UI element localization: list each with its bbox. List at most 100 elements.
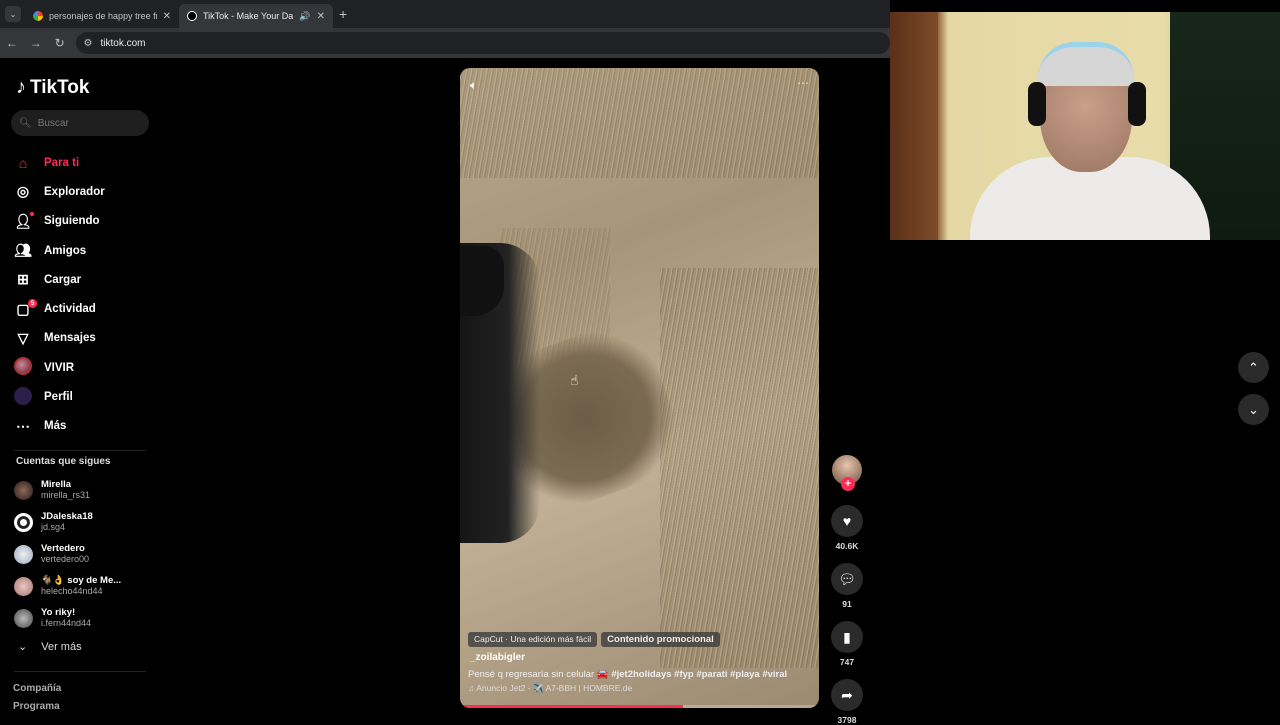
nav-item-amigos[interactable]: 👥︎ Amigos	[14, 236, 105, 265]
share-count: 3798	[837, 715, 857, 725]
video-progress-bar[interactable]	[460, 705, 819, 708]
more-icon: ⋯	[16, 417, 30, 434]
nav-item-siguiendo[interactable]: 👤︎ Siguiendo	[14, 207, 105, 236]
nav-label: Explorador	[44, 185, 105, 198]
comment-icon[interactable]: 💬︎	[831, 563, 863, 595]
account-handle: i.fern44nd44	[41, 618, 92, 628]
webcam-scene-detail	[890, 12, 938, 240]
friends-icon: 👥︎	[14, 242, 32, 259]
tiktok-logo[interactable]: ♪ TikTok	[16, 76, 89, 99]
list-item[interactable]: Yo riky! i.fern44nd44	[14, 602, 121, 634]
share-icon[interactable]: ➦	[831, 679, 863, 711]
nav-item-vivir[interactable]: VIVIR	[14, 353, 105, 382]
webcam-overlay	[890, 12, 1280, 240]
browser-window: ⌄ personajes de happy tree friends ✕ Tik…	[0, 0, 891, 725]
like-action[interactable]: ♥ 40.6K	[831, 505, 863, 551]
hand-cursor-icon: ☝︎	[570, 372, 579, 388]
nav-label: Perfil	[44, 391, 73, 404]
footer-link-program[interactable]: Programa	[13, 701, 60, 712]
heart-icon[interactable]: ♥	[831, 505, 863, 537]
messages-icon: ▽	[17, 329, 29, 346]
nav-label: Más	[44, 420, 67, 433]
capcut-chip[interactable]: CapCut · Una edición más fácil	[468, 632, 598, 647]
creator-avatar[interactable]: +	[832, 455, 862, 491]
activity-badge: 5	[28, 299, 37, 309]
bookmark-icon[interactable]: ▮	[831, 621, 863, 653]
new-tab-button[interactable]: +	[339, 6, 347, 22]
forward-button[interactable]: →	[24, 36, 48, 50]
tab-tiktok[interactable]: TikTok - Make Your Day 🔊 ✕	[179, 4, 333, 28]
account-handle: vertedero00	[41, 554, 90, 564]
nav-label: VIVIR	[44, 361, 75, 374]
following-list: Mirella mirella_rs31 JDaleska18 jd.sg4 Ver…	[14, 474, 121, 634]
divider	[14, 450, 146, 451]
save-action[interactable]: ▮ 747	[831, 621, 863, 667]
nav-item-cargar[interactable]: ⊞ Cargar	[14, 265, 105, 294]
divider	[14, 671, 146, 672]
list-item[interactable]: 🐐👌 soy de Me... helecho44nd44	[14, 570, 121, 602]
search-placeholder: Buscar	[37, 117, 69, 129]
next-video-button[interactable]: ⌄	[1238, 394, 1269, 425]
list-item[interactable]: JDaleska18 jd.sg4	[14, 506, 121, 538]
following-icon: 👤︎	[14, 212, 32, 229]
video-description: Pensé q regresaría sin celular 🚘 #jet2ho…	[468, 669, 787, 680]
sidebar: ♪ TikTok 🔍︎ Buscar ⌂ Para ti ◎ Explorado…	[0, 58, 160, 720]
close-icon[interactable]: ✕	[163, 11, 171, 22]
account-name: Yo riky!	[41, 607, 76, 618]
profile-avatar	[14, 386, 32, 408]
chevron-down-icon: ⌄	[1248, 401, 1259, 417]
site-info-icon[interactable]: ⚙	[84, 38, 93, 49]
nav-label: Para ti	[44, 156, 80, 169]
tab-search-button[interactable]: ⌄	[5, 6, 21, 22]
tab-google[interactable]: personajes de happy tree friends ✕	[25, 4, 179, 28]
account-name: Mirella	[41, 479, 72, 490]
see-more-button[interactable]: ⌄ Ver más	[18, 640, 82, 654]
tab-title: TikTok - Make Your Day	[203, 11, 294, 21]
nav-label: Mensajes	[44, 332, 96, 345]
reload-button[interactable]: ↻	[48, 36, 72, 50]
close-icon[interactable]: ✕	[317, 11, 325, 22]
like-count: 40.6K	[835, 541, 859, 551]
nav-item-mensajes[interactable]: ▽ Mensajes	[14, 324, 105, 353]
notification-dot	[30, 211, 34, 216]
nav-item-para-ti[interactable]: ⌂ Para ti	[14, 148, 105, 177]
avatar	[14, 512, 33, 532]
volume-icon[interactable]: 🔈︎	[470, 78, 477, 93]
nav-label: Actividad	[44, 303, 96, 316]
list-item[interactable]: Vertedero vertedero00	[14, 538, 121, 570]
nav-item-perfil[interactable]: Perfil	[14, 382, 105, 411]
avatar	[14, 480, 33, 500]
search-input[interactable]: 🔍︎ Buscar	[11, 110, 149, 136]
live-avatar	[14, 357, 32, 378]
video-player[interactable]: 🔈︎ ⋯ ☝︎ CapCut · Una edición más fácil C…	[460, 68, 819, 708]
headphones-icon	[1028, 82, 1046, 126]
account-name: 🐐👌 soy de Me...	[41, 575, 122, 586]
promo-chip[interactable]: Contenido promocional	[601, 632, 720, 647]
nav-item-actividad[interactable]: ▢ 5 Actividad	[14, 294, 105, 323]
previous-video-button[interactable]: ⌃	[1238, 352, 1269, 383]
account-handle: jd.sg4	[41, 522, 66, 532]
share-action[interactable]: ➦ 3798	[831, 679, 863, 725]
footer-link-company[interactable]: Compañía	[13, 683, 61, 694]
list-item[interactable]: Mirella mirella_rs31	[14, 474, 121, 506]
video-author[interactable]: _zoilabigler	[470, 652, 525, 663]
comment-count: 91	[842, 599, 852, 609]
hashtags[interactable]: #jet2holidays #fyp #parati #playa #viral	[611, 669, 787, 680]
more-options-icon[interactable]: ⋯	[797, 76, 809, 90]
back-button[interactable]: ←	[0, 36, 24, 50]
chevron-down-icon: ⌄	[18, 641, 28, 653]
video-frame-detail	[460, 68, 819, 178]
follow-plus-icon[interactable]: +	[841, 477, 855, 491]
url-text: tiktok.com	[100, 37, 146, 49]
nav-item-explorador[interactable]: ◎ Explorador	[14, 177, 105, 206]
speaker-icon[interactable]: 🔊	[299, 11, 310, 22]
nav-item-mas[interactable]: ⋯ Más	[14, 412, 105, 441]
account-name: JDaleska18	[41, 511, 93, 522]
account-name: Vertedero	[41, 543, 85, 554]
url-field[interactable]: ⚙ tiktok.com	[75, 32, 891, 54]
promo-chips: CapCut · Una edición más fácil Contenido…	[468, 632, 720, 647]
google-icon	[33, 11, 43, 21]
address-bar: ← → ↻ ⚙ tiktok.com	[0, 28, 891, 58]
music-info[interactable]: ♫ Anuncio Jet2 - ✈️ A7-BBH | HOMBRE.de	[468, 683, 632, 694]
comment-action[interactable]: 💬︎ 91	[831, 563, 863, 609]
